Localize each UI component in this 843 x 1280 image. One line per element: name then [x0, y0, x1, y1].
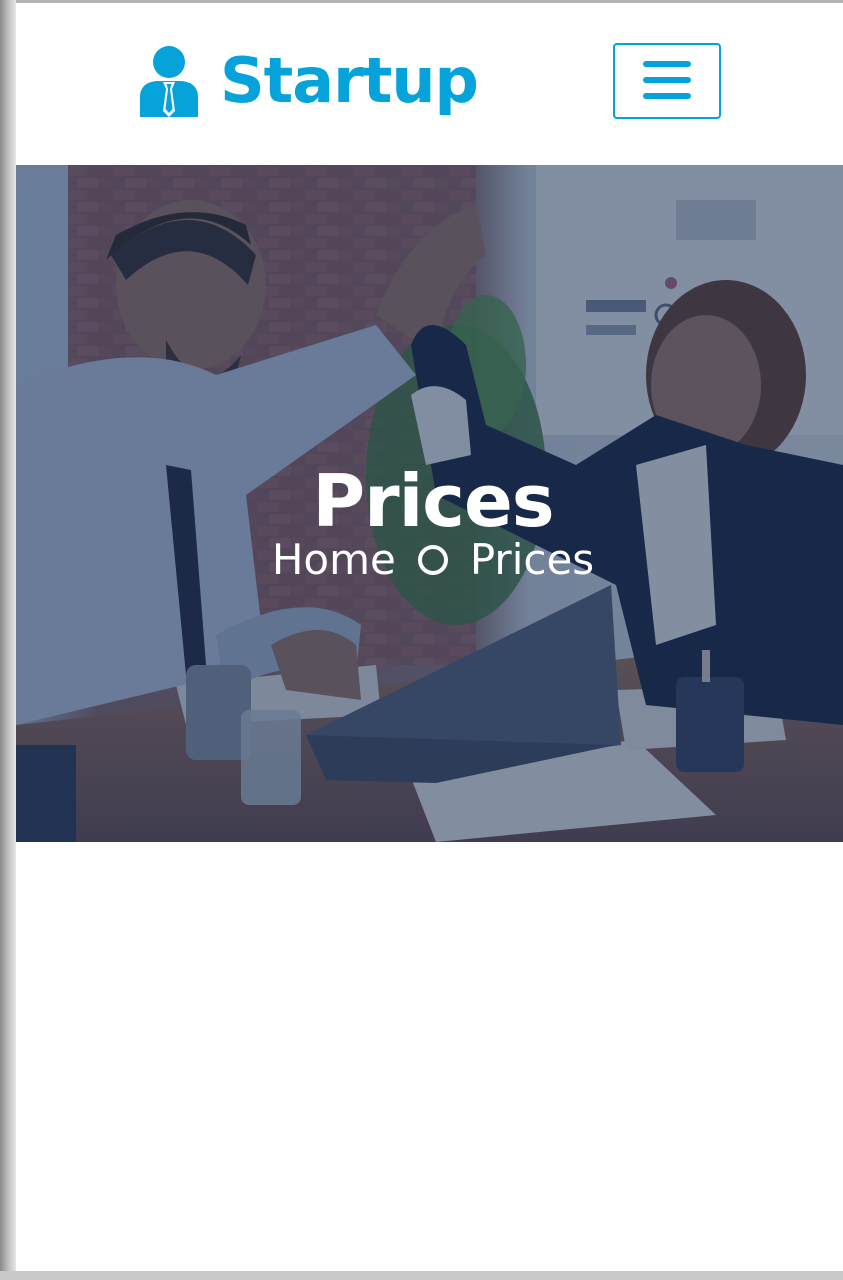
page-title: Prices — [312, 459, 554, 544]
user-tie-icon — [138, 45, 200, 117]
brand-name: Startup — [220, 44, 479, 117]
breadcrumb: Home Prices — [16, 539, 843, 581]
brand-logo-link[interactable]: Startup — [138, 41, 479, 121]
circle-outline-icon — [417, 545, 448, 575]
page: Startup Prices Home Prices — [16, 3, 843, 1271]
menu-toggle-button[interactable] — [613, 43, 721, 119]
breadcrumb-current: Prices — [469, 535, 595, 584]
hamburger-menu-icon — [643, 60, 691, 103]
window-bottom-edge — [0, 1271, 843, 1280]
hero-banner: Prices Home Prices — [16, 165, 843, 842]
navbar: Startup — [16, 3, 843, 165]
breadcrumb-home-link[interactable]: Home — [272, 539, 396, 581]
window-left-edge — [0, 0, 16, 1280]
